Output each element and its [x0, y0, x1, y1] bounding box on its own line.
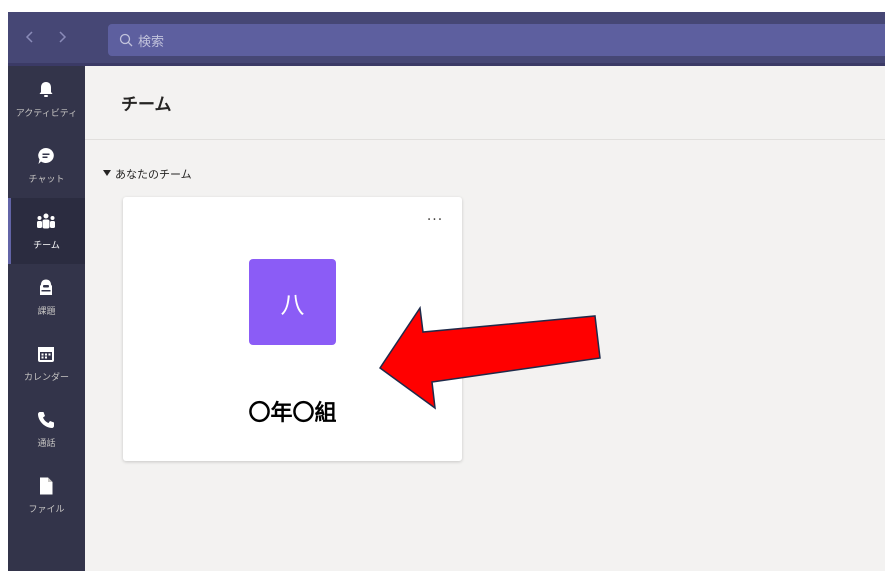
page-header: チーム: [85, 66, 885, 140]
rail-item-assignments[interactable]: 課題: [8, 264, 85, 330]
team-avatar: 八: [249, 259, 336, 345]
rail-item-label: アクティビティ: [15, 109, 78, 119]
caret-down-icon: [103, 170, 111, 176]
rail-item-label: 課題: [37, 307, 56, 317]
teams-window: 検索 アクティビティ チャット チーム 課題 カレンダー 通話 ファイル チーム…: [8, 12, 885, 571]
more-options-icon[interactable]: ···: [423, 213, 447, 229]
assignments-icon: [40, 279, 52, 295]
search-input[interactable]: 検索: [108, 24, 885, 56]
rail-item-files[interactable]: ファイル: [8, 462, 85, 528]
rail-item-label: チーム: [33, 241, 60, 251]
bell-icon: [39, 82, 53, 97]
section-label: あなたのチーム: [115, 168, 192, 181]
rail-item-teams[interactable]: チーム: [8, 198, 85, 264]
search-icon: [119, 33, 133, 47]
teams-icon: [37, 213, 55, 229]
phone-icon: [38, 412, 54, 428]
rail-item-chat[interactable]: チャット: [8, 132, 85, 198]
top-bar: 検索: [8, 12, 885, 66]
rail-item-label: チャット: [28, 175, 65, 185]
rail-item-calls[interactable]: 通話: [8, 396, 85, 462]
rail-item-label: カレンダー: [23, 373, 69, 383]
rail-item-calendar[interactable]: カレンダー: [8, 330, 85, 396]
forward-arrow-icon[interactable]: [54, 29, 70, 45]
annotation-arrow: [378, 305, 601, 410]
page-title: チーム: [121, 95, 172, 115]
rail-item-label: ファイル: [28, 505, 65, 515]
search-placeholder: 検索: [138, 35, 165, 50]
file-icon: [40, 477, 53, 495]
app-rail: アクティビティ チャット チーム 課題 カレンダー 通話 ファイル: [8, 66, 85, 571]
back-arrow-icon[interactable]: [22, 29, 38, 45]
rail-item-activity[interactable]: アクティビティ: [8, 66, 85, 132]
chat-icon: [38, 148, 54, 164]
calendar-icon: [38, 347, 54, 362]
team-avatar-text: 八: [280, 290, 305, 319]
rail-item-label: 通話: [37, 439, 56, 449]
nav-arrows: [8, 12, 85, 66]
